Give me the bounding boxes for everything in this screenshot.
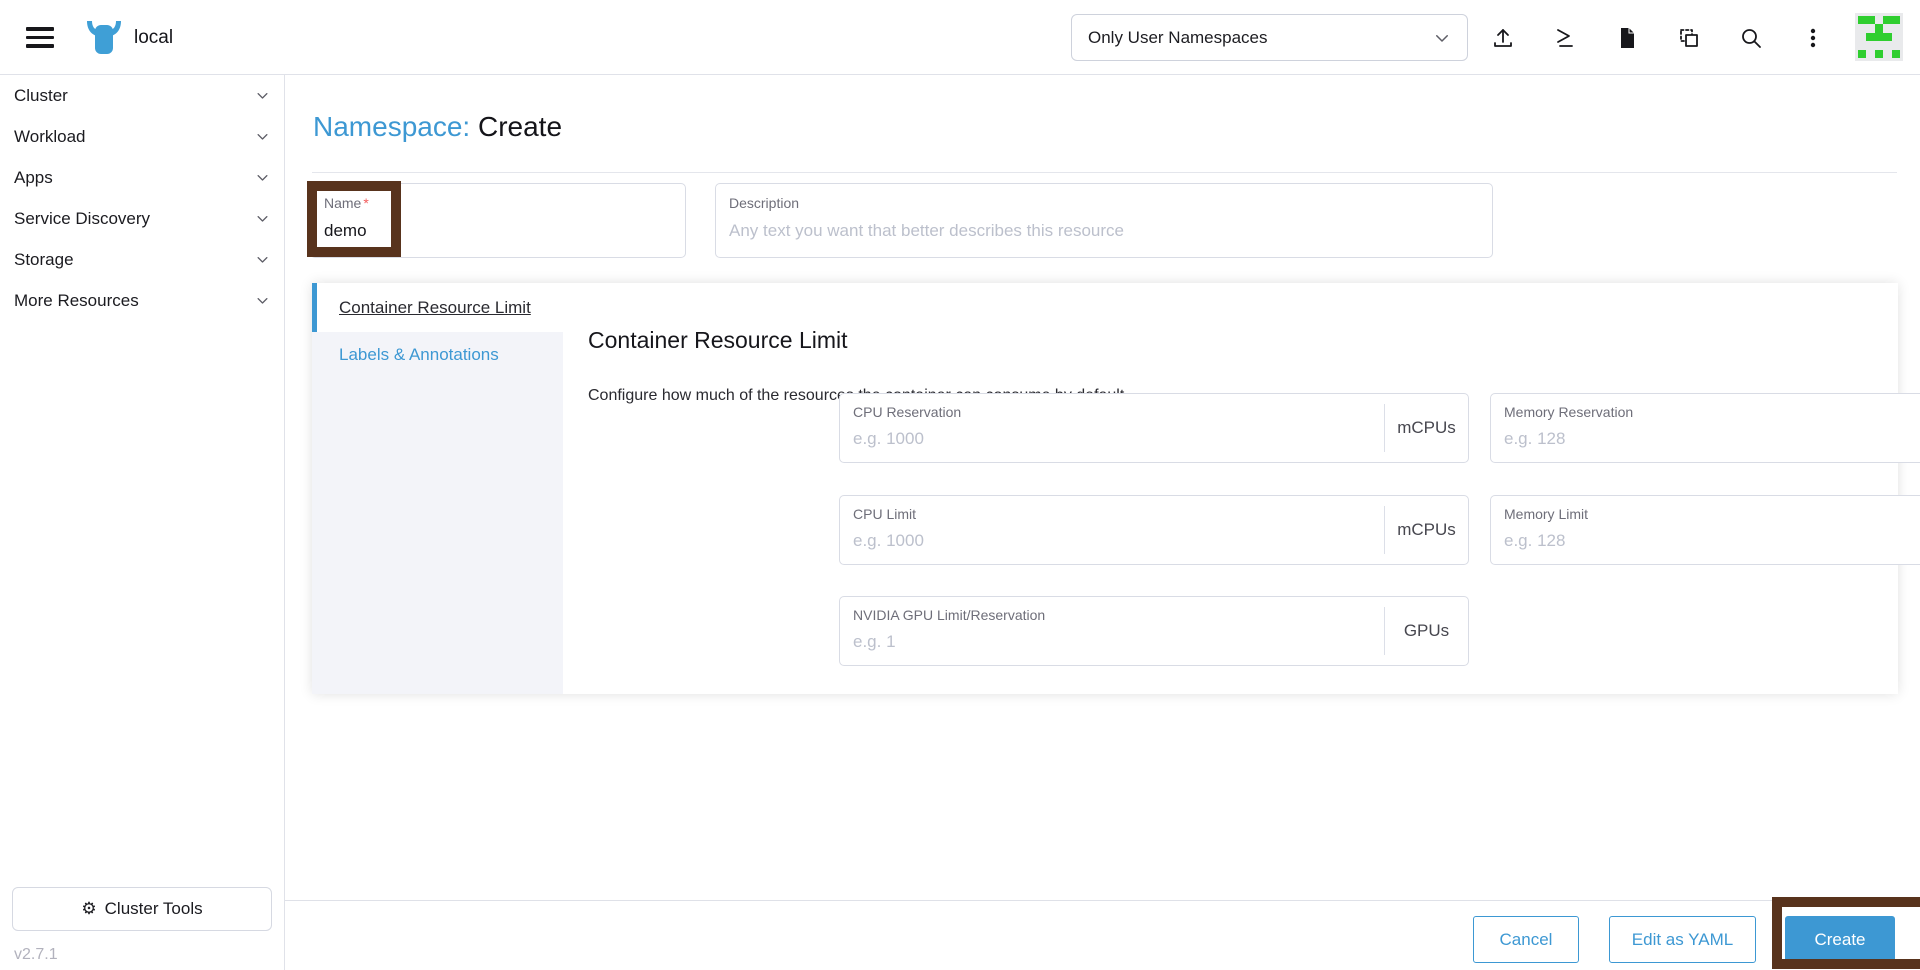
sidebar-item-storage[interactable]: Storage [0, 239, 284, 280]
nvidia-gpu-field: NVIDIA GPU Limit/Reservation GPUs [839, 596, 1469, 666]
form-footer: Cancel Edit as YAML Create [285, 900, 1920, 970]
rancher-app: local Only User Namespaces Cluster Workl… [0, 0, 1920, 970]
sidebar-item-label: Service Discovery [14, 208, 151, 228]
cpu-limit-field: CPU Limit mCPUs [839, 495, 1469, 565]
tab-content: Container Resource Limit Configure how m… [563, 283, 1920, 694]
description-input[interactable] [729, 218, 1479, 244]
tabbed-panel: Container Resource Limit Labels & Annota… [312, 283, 1920, 694]
page-title-action: Create [477, 111, 563, 142]
page-title: Namespace: Create [313, 111, 562, 143]
version-label: v2.7.1 [14, 946, 58, 963]
kebab-menu-icon[interactable] [1800, 25, 1826, 51]
sidebar-item-label: Storage [14, 249, 74, 269]
tab-rail: Container Resource Limit Labels & Annota… [312, 283, 563, 694]
top-header: local Only User Namespaces [0, 0, 1920, 75]
sidebar-item-label: Cluster [14, 85, 68, 105]
cpu-reservation-field: CPU Reservation mCPUs [839, 393, 1469, 463]
memory-limit-input[interactable] [1504, 528, 1920, 554]
header-actions [1490, 0, 1826, 75]
sidebar-item-label: Apps [14, 167, 53, 187]
chevron-down-icon [257, 257, 268, 263]
chevron-down-icon [257, 175, 268, 181]
kubectl-shell-icon[interactable] [1552, 25, 1578, 51]
namespace-filter-value: Only User Namespaces [1088, 27, 1268, 47]
namespace-filter-dropdown[interactable]: Only User Namespaces [1071, 14, 1468, 61]
title-divider [312, 172, 1897, 173]
copy-icon[interactable] [1676, 25, 1702, 51]
cluster-tools-label: Cluster Tools [104, 899, 203, 918]
required-asterisk: * [363, 195, 369, 211]
upload-icon[interactable] [1490, 25, 1516, 51]
unit-label: mCPUs [1384, 506, 1468, 554]
cluster-name: local [134, 26, 174, 48]
search-icon[interactable] [1738, 25, 1764, 51]
rancher-logo-icon [87, 21, 121, 54]
main-content: Namespace: Create Name* Description Cont… [285, 75, 1920, 970]
sidebar-item-cluster[interactable]: Cluster [0, 75, 284, 116]
gear-icon: ⚙ [81, 899, 97, 918]
description-field-label: Description [729, 195, 800, 211]
sidebar-item-workload[interactable]: Workload [0, 116, 284, 157]
cancel-button[interactable]: Cancel [1473, 916, 1579, 963]
sidebar-item-apps[interactable]: Apps [0, 157, 284, 198]
memory-limit-field: Memory Limit MiB [1490, 495, 1920, 565]
name-field: Name * [310, 183, 686, 258]
tab-labels-annotations[interactable]: Labels & Annotations [312, 332, 563, 377]
sidebar-nav: Cluster Workload Apps Service Discovery … [0, 75, 285, 970]
panel-heading: Container Resource Limit [588, 327, 848, 353]
file-icon[interactable] [1614, 25, 1640, 51]
cluster-tools-button[interactable]: ⚙ Cluster Tools [12, 887, 272, 931]
chevron-down-icon [257, 134, 268, 140]
cpu-limit-input[interactable] [853, 528, 1368, 554]
page-title-resource: Namespace: [313, 111, 471, 142]
chevron-down-icon [257, 298, 268, 304]
memory-reservation-input[interactable] [1504, 426, 1920, 452]
chevron-down-icon [257, 216, 268, 222]
sidebar-item-label: More Resources [14, 290, 139, 310]
unit-label: GPUs [1384, 607, 1468, 655]
edit-as-yaml-button[interactable]: Edit as YAML [1609, 916, 1756, 963]
sidebar-item-label: Workload [14, 126, 86, 146]
cpu-reservation-input[interactable] [853, 426, 1368, 452]
hamburger-menu-icon[interactable] [26, 27, 54, 48]
tab-container-resource-limit[interactable]: Container Resource Limit [312, 283, 563, 332]
unit-label: mCPUs [1384, 404, 1468, 452]
sidebar-item-more-resources[interactable]: More Resources [0, 280, 284, 321]
description-field: Description [715, 183, 1493, 258]
sidebar-item-service-discovery[interactable]: Service Discovery [0, 198, 284, 239]
user-avatar[interactable] [1855, 13, 1903, 61]
nvidia-gpu-input[interactable] [853, 629, 1368, 655]
name-field-label: Name * [324, 195, 369, 211]
create-button[interactable]: Create [1785, 916, 1895, 963]
name-input[interactable] [324, 218, 672, 244]
memory-reservation-field: Memory Reservation MiB [1490, 393, 1920, 463]
chevron-down-icon [1436, 34, 1448, 42]
chevron-down-icon [257, 93, 268, 99]
